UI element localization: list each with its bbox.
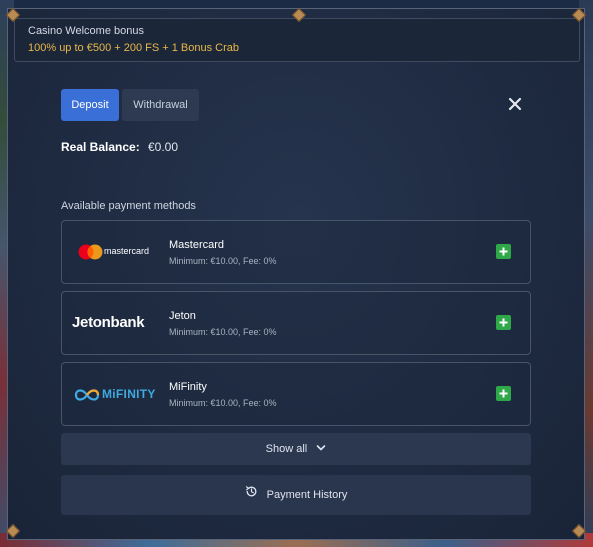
method-info: Minimum: €10.00, Fee: 0% [169,398,277,408]
chevron-down-icon [316,433,326,465]
jetonbank-logo-text: Jetonbank [72,314,145,331]
bonus-banner: Casino Welcome bonus 100% up to €500 + 2… [14,18,580,62]
method-name: Jeton [169,310,196,322]
show-all-label: Show all [265,443,308,455]
bonus-offer: 100% up to €500 + 200 FS + 1 Bonus Crab [28,42,239,54]
method-name: MiFinity [169,381,207,393]
method-info: Minimum: €10.00, Fee: 0% [169,256,277,266]
corner-ornament-bottom-right [570,522,587,539]
history-icon [245,475,258,515]
ornament-top-center [287,6,309,23]
jetonbank-logo: Jetonbank [72,292,162,354]
plus-icon[interactable] [496,386,511,401]
payment-history-button[interactable]: Payment History [61,475,531,515]
tab-withdrawal[interactable]: Withdrawal [122,89,199,121]
plus-icon[interactable] [496,244,511,259]
mifinity-logo: MiFINITY [72,363,162,425]
mifinity-logo-text: MiFINITY [102,387,156,401]
real-balance-label: Real Balance: [61,140,140,154]
mastercard-logo: mastercard [72,221,162,283]
payment-methods-heading: Available payment methods [61,200,196,212]
corner-ornament-top-right [570,6,587,23]
corner-ornament-bottom-left [4,522,21,539]
plus-icon[interactable] [496,315,511,330]
payment-method-mifinity[interactable]: MiFINITY MiFinity Minimum: €10.00, Fee: … [61,362,531,426]
payment-method-mastercard[interactable]: mastercard Mastercard Minimum: €10.00, F… [61,220,531,284]
real-balance-value: €0.00 [148,140,179,154]
tab-deposit[interactable]: Deposit [61,89,119,121]
close-icon[interactable] [506,95,524,113]
payment-method-jeton[interactable]: Jetonbank Jeton Minimum: €10.00, Fee: 0% [61,291,531,355]
corner-ornament-top-left [4,6,21,23]
show-all-button[interactable]: Show all [61,433,531,465]
method-info: Minimum: €10.00, Fee: 0% [169,327,277,337]
method-name: Mastercard [169,239,225,251]
bonus-title: Casino Welcome bonus [28,25,144,37]
mastercard-logo-text: mastercard [104,246,150,256]
payment-history-label: Payment History [266,489,348,501]
